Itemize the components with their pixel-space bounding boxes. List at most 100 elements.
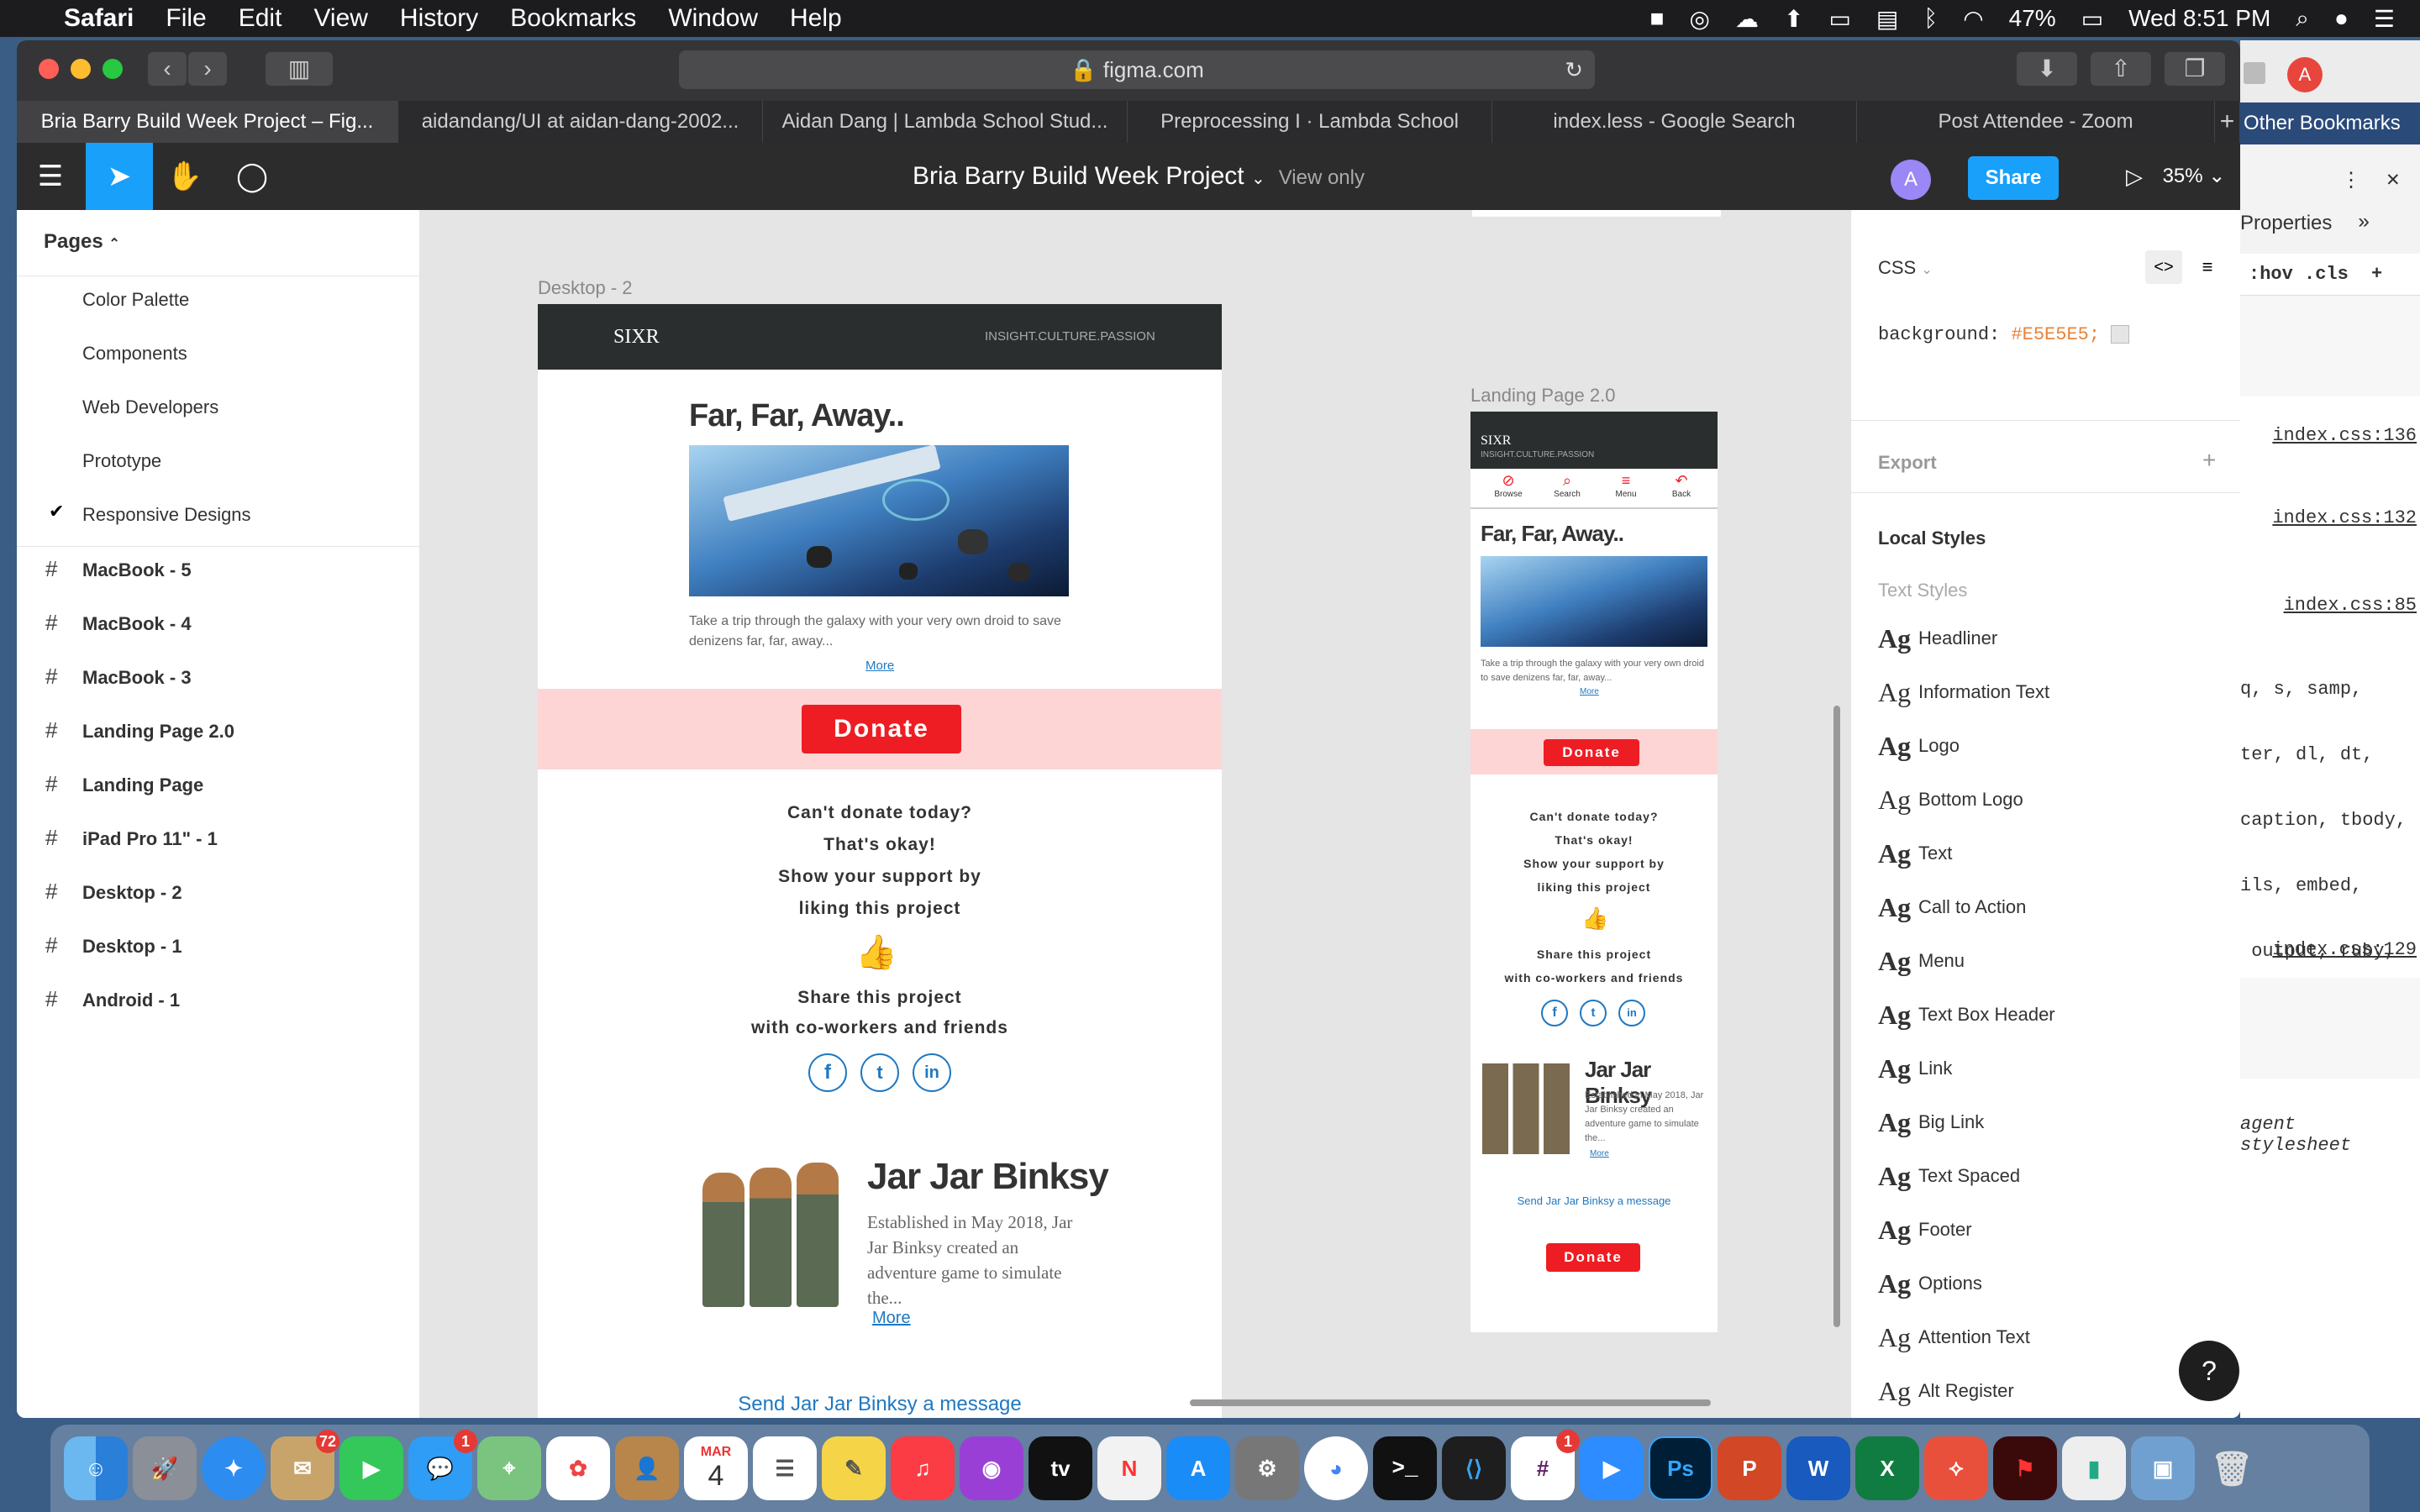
layer-landing-page-2[interactable]: Landing Page 2.0 [82,721,234,743]
chrome-icon[interactable]: ◕ [1304,1436,1368,1500]
vscode-icon[interactable]: ⟨⟩ [1442,1436,1506,1500]
style-alt-register[interactable]: Ag Alt Register [1878,1374,2014,1408]
nav-search[interactable]: ⌕ Search [1546,472,1588,499]
layer-landing-page[interactable]: Landing Page [82,774,203,796]
flag-icon[interactable]: ▤ [1876,5,1898,33]
mobile-facebook-icon[interactable]: f [1541,1000,1568,1026]
hamburger-menu-icon[interactable]: ☰ [17,143,84,210]
code-mode-dropdown[interactable]: CSS ⌄ [1878,257,1933,279]
reminders-icon[interactable]: ☰ [753,1436,817,1500]
page-responsive-designs[interactable]: Responsive Designs [82,504,251,526]
css-ref-2[interactable]: index.css:132 [2272,507,2417,528]
mobile-donate-button[interactable]: Donate [1544,739,1639,766]
share-button[interactable]: Share [1968,156,2059,200]
style-text-spaced[interactable]: Ag Text Spaced [1878,1159,2020,1193]
system-preferences-icon[interactable]: ⚙ [1235,1436,1299,1500]
style-text[interactable]: Ag Text [1878,837,1952,870]
layer-ipad-pro[interactable]: iPad Pro 11" - 1 [82,828,218,850]
style-attention-text[interactable]: Ag Attention Text [1878,1320,2030,1354]
double-chevron-icon[interactable]: » [2358,212,2370,234]
page-color-palette[interactable]: Color Palette [82,289,189,311]
frame-landing-page-2[interactable]: SIXR INSIGHT.CULTURE.PASSION ⊘ Browse ⌕ Se… [1470,412,1718,1332]
facetime-icon[interactable]: ▶ [339,1436,403,1500]
airplay-icon[interactable]: ▭ [1828,5,1850,33]
style-headliner[interactable]: Ag Headliner [1878,622,1997,655]
close-window-button[interactable] [39,59,59,79]
tab-github[interactable]: aidandang/UI at aidan-dang-2002... [398,101,763,143]
numbers-icon[interactable]: ▮ [2062,1436,2126,1500]
mobile-twitter-icon[interactable]: t [1580,1000,1607,1026]
mail-icon[interactable]: ✉ 72 [271,1430,339,1500]
hero-more-link[interactable]: More [865,659,894,673]
menu-help[interactable]: Help [790,0,842,37]
apple-tv-icon[interactable]: tv [1028,1436,1092,1500]
close-devtools-icon[interactable]: ✕ [2386,166,2400,192]
menu-view[interactable]: View [313,0,367,37]
facebook-icon[interactable]: f [808,1053,847,1092]
podcasts-icon[interactable]: ◉ [960,1436,1023,1500]
frame-desktop-2[interactable]: SIXR INSIGHT.CULTURE.PASSION Far, Far, A… [538,304,1222,1418]
upload-cloud-icon[interactable]: ⬆ [1784,5,1803,33]
frame-label-landing-page-2[interactable]: Landing Page 2.0 [1470,385,1616,407]
mobile-profile-more-link[interactable]: More [1590,1149,1609,1158]
properties-tab[interactable]: Properties [2240,212,2332,235]
music-icon[interactable]: ♫ [891,1436,955,1500]
layer-macbook-4[interactable]: MacBook - 4 [82,613,192,635]
more-options-icon[interactable]: ⋮ [2341,168,2361,193]
battery-percent[interactable]: 47% [2009,5,2056,32]
safari-icon[interactable]: ✦ [202,1436,266,1500]
siri-icon[interactable]: ● [2334,5,2349,32]
profile-avatar[interactable]: A [2287,57,2323,92]
tab-preprocessing[interactable]: Preprocessing I · Lambda School [1128,101,1492,143]
zoom-status-icon[interactable]: ■ [1650,5,1665,32]
style-link[interactable]: Ag Link [1878,1052,1952,1085]
contacts-icon[interactable]: 👤 [615,1436,679,1500]
app-store-icon[interactable]: A [1166,1436,1230,1500]
mobile-more-link[interactable]: More [1580,687,1599,696]
news-icon[interactable]: N [1097,1436,1161,1500]
style-call-to-action[interactable]: Ag Call to Action [1878,890,2026,924]
style-menu[interactable]: Ag Menu [1878,944,1965,978]
thumbs-up-icon[interactable]: 👍 [855,932,897,972]
bluetooth-icon[interactable]: ᛒ [1923,5,1938,32]
add-export-icon[interactable]: + [2202,447,2216,474]
comment-tool-icon[interactable]: ◯ [218,143,286,210]
mobile-thumbs-up-icon[interactable]: 👍 [1581,906,1608,932]
mobile-footer-donate-button[interactable]: Donate [1546,1243,1640,1272]
address-bar[interactable]: 🔒 figma.com ↻ [679,50,1595,89]
photoshop-icon[interactable]: Ps [1649,1436,1712,1500]
style-filters[interactable]: :hov .cls + [2240,254,2420,296]
tab-lambda-student[interactable]: Aidan Dang | Lambda School Stud... [763,101,1128,143]
menu-bookmarks[interactable]: Bookmarks [510,0,636,37]
file-title[interactable]: Bria Barry Build Week Project ⌄ View only [913,143,1365,213]
help-button[interactable]: ? [2179,1341,2239,1401]
menu-history[interactable]: History [400,0,478,37]
back-button[interactable]: ‹ [148,52,187,86]
new-tab-icon[interactable]: + [2215,101,2240,143]
spotlight-icon[interactable]: ⌕ [2296,5,2309,33]
style-information-text[interactable]: Ag Information Text [1878,675,2049,709]
page-web-developers[interactable]: Web Developers [82,396,218,418]
style-bottom-logo[interactable]: Ag Bottom Logo [1878,783,2023,816]
trash-icon[interactable]: 🗑 [2200,1436,2264,1500]
slack-icon[interactable]: #1 [1511,1430,1580,1500]
profile-more-link[interactable]: More [872,1309,911,1328]
tab-zoom[interactable]: Post Attendee - Zoom [1857,101,2215,143]
powerpoint-icon[interactable]: P [1718,1436,1781,1500]
downloads-icon[interactable]: ⬇ [2017,52,2077,86]
add-rule-icon[interactable]: + [2371,264,2382,285]
linkedin-icon[interactable]: in [913,1053,951,1092]
style-footer[interactable]: Ag Footer [1878,1213,1972,1247]
donate-button[interactable]: Donate [802,705,961,753]
reload-icon[interactable]: ↻ [1565,50,1583,89]
minimize-window-button[interactable] [71,59,91,79]
code-view-icon[interactable]: <> [2145,250,2182,284]
clock[interactable]: Wed 8:51 PM [2128,5,2270,32]
excel-icon[interactable]: X [1855,1436,1919,1500]
creative-cloud-icon[interactable]: ◎ [1690,5,1710,33]
control-center-icon[interactable]: ☰ [2374,5,2395,33]
maps-icon[interactable]: ⌖ [477,1436,541,1500]
css-ref-4[interactable]: index.css:129 [2272,939,2417,960]
sidebar-toggle-icon[interactable]: ▥ [266,52,333,86]
layer-desktop-1[interactable]: Desktop - 1 [82,936,182,958]
